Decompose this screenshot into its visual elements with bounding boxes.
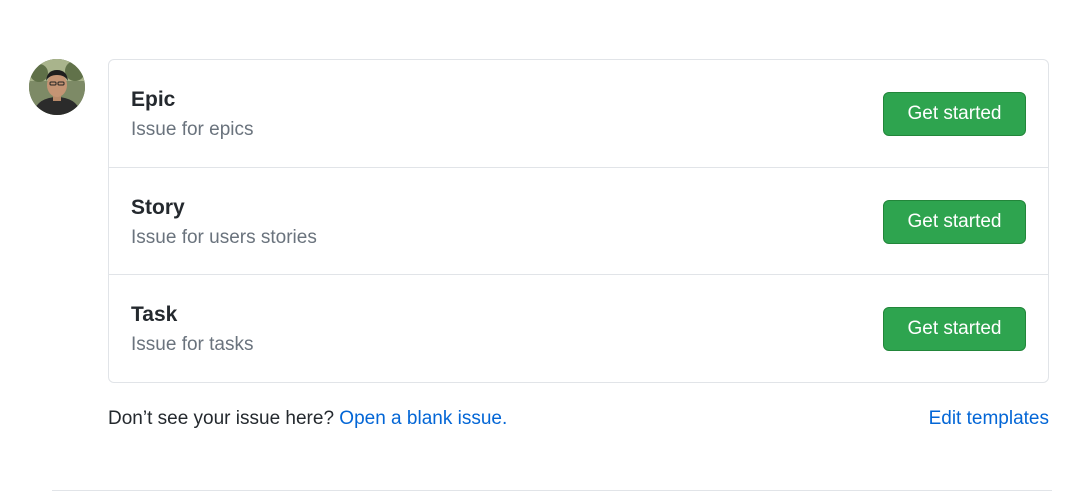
get-started-button-story[interactable]: Get started: [883, 200, 1026, 244]
template-description: Issue for users stories: [131, 227, 317, 248]
template-description: Issue for epics: [131, 119, 254, 140]
open-blank-issue-link[interactable]: Open a blank issue.: [339, 408, 507, 429]
template-title: Story: [131, 196, 185, 219]
template-row-epic: Epic Issue for epics Get started: [109, 60, 1048, 167]
avatar-image: [29, 59, 85, 115]
divider: [52, 490, 1052, 491]
template-list: Epic Issue for epics Get started Story I…: [108, 59, 1049, 383]
get-started-button-task[interactable]: Get started: [883, 307, 1026, 351]
template-row-story: Story Issue for users stories Get starte…: [109, 167, 1048, 274]
edit-templates-link[interactable]: Edit templates: [929, 406, 1049, 432]
avatar[interactable]: [29, 59, 85, 115]
get-started-button-epic[interactable]: Get started: [883, 92, 1026, 136]
template-footer: Don’t see your issue here? Open a blank …: [108, 406, 1049, 432]
issue-template-chooser: Epic Issue for epics Get started Story I…: [0, 0, 1069, 497]
footer-prompt: Don’t see your issue here?: [108, 408, 340, 429]
template-title: Epic: [131, 88, 176, 111]
template-row-task: Task Issue for tasks Get started: [109, 274, 1048, 381]
template-description: Issue for tasks: [131, 334, 254, 355]
template-title: Task: [131, 303, 178, 326]
